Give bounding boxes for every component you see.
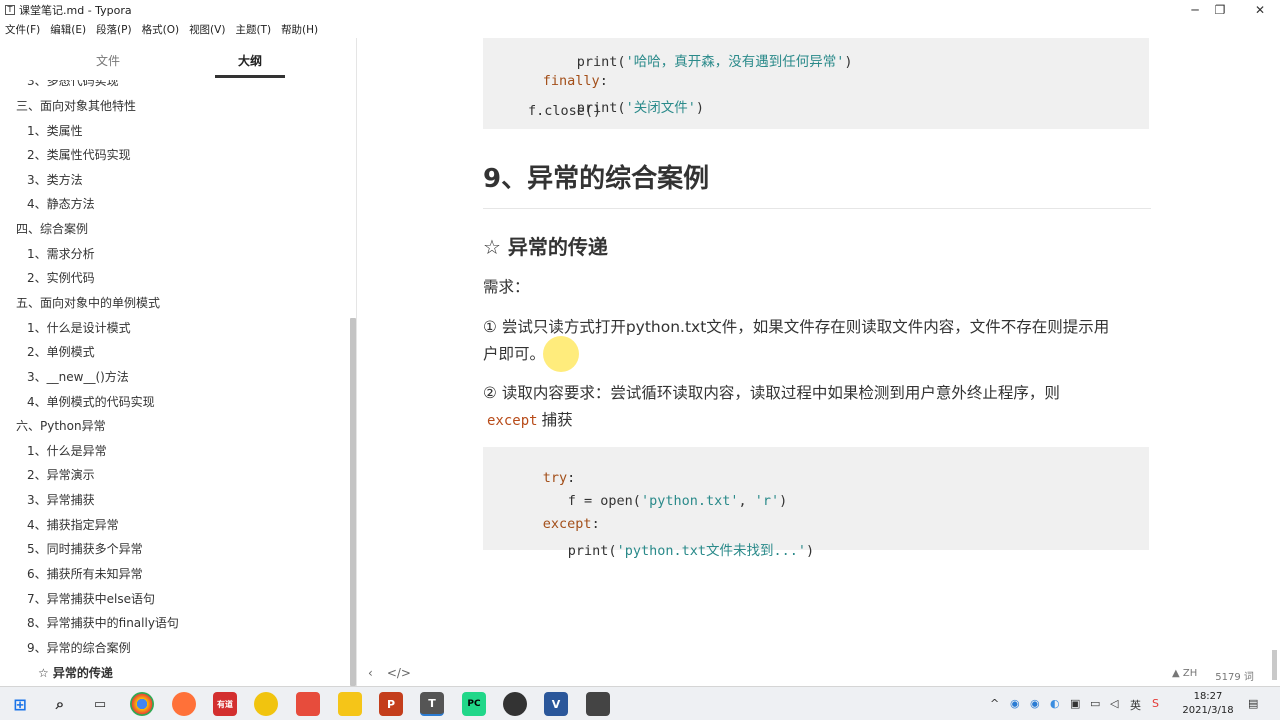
code-block-try-except[interactable]: try: f = open('python.txt', 'r') except:… (483, 447, 1149, 559)
requirement-2: ② 读取内容要求：尝试循环读取内容，读取过程中如果检测到用户意外终止程序，则 e… (483, 380, 1153, 435)
outline-item[interactable]: 3、__new__()方法 (27, 368, 129, 385)
outline-item[interactable]: 4、单例模式的代码实现 (27, 393, 155, 410)
pycharm-icon[interactable]: PC (462, 692, 486, 716)
code-block-finally[interactable]: print('哈哈，真开森，没有遇到任何异常') finally: print(… (483, 38, 1149, 129)
outline-item[interactable]: 3、类方法 (27, 171, 83, 188)
language-indicator[interactable]: ▲ ZH (1172, 668, 1197, 683)
heading-h2: 9、异常的综合案例 (483, 164, 710, 194)
outline-item[interactable]: 六、Python异常 (16, 417, 106, 434)
sidebar: 文件 大纲 3、多态代码实现 三、面向对象其他特性 1、类属性 2、类属性代码实… (0, 38, 357, 686)
chrome-icon[interactable] (130, 692, 154, 716)
source-code-mode-icon[interactable]: </> (387, 666, 411, 680)
menu-format[interactable]: 格式(O) (137, 20, 184, 38)
menu-paragraph[interactable]: 段落(P) (91, 20, 137, 38)
close-button[interactable]: ✕ (1240, 0, 1280, 20)
requirement-1-line1: ① 尝试只读方式打开python.txt文件，如果文件存在则读取文件内容，文件不… (483, 318, 1110, 336)
outline-item[interactable]: 3、异常捕获 (27, 491, 95, 508)
powerpoint-icon[interactable]: P (379, 692, 403, 716)
outline-item-active[interactable]: ☆ 异常的传递 (38, 664, 113, 681)
code-line: f.close() (528, 103, 602, 119)
outline-item[interactable]: 五、面向对象中的单例模式 (16, 294, 160, 311)
editor-content[interactable]: print('哈哈，真开森，没有遇到任何异常') finally: print(… (358, 38, 1280, 664)
requirement-1: ① 尝试只读方式打开python.txt文件，如果文件存在则读取文件内容，文件不… (483, 314, 1153, 368)
sogou-ime-icon[interactable]: S (1152, 697, 1159, 710)
file-explorer-icon[interactable] (338, 692, 362, 716)
outline-item[interactable]: 2、类属性代码实现 (27, 146, 131, 163)
recorder-icon[interactable] (586, 692, 610, 716)
browser-icon[interactable] (254, 692, 278, 716)
outline-item[interactable]: 8、异常捕获中的finally语句 (27, 614, 179, 631)
typora-taskbar-icon[interactable]: T (420, 692, 444, 716)
requirement-2-line1: ② 读取内容要求：尝试循环读取内容，读取过程中如果检测到用户意外终止程序，则 (483, 384, 1060, 402)
maximize-button[interactable]: ❐ (1200, 0, 1240, 20)
menu-bar: 文件(F) 编辑(E) 段落(P) 格式(O) 视图(V) 主题(T) 帮助(H… (0, 20, 323, 38)
youdao-icon[interactable]: 有道 (213, 692, 237, 716)
outline-item[interactable]: 1、需求分析 (27, 245, 95, 262)
active-tab-indicator (215, 75, 285, 78)
toggle-sidebar-icon[interactable]: ‹ (368, 666, 373, 680)
status-right: ▲ ZH 5179 词 (1172, 668, 1254, 683)
outline-item[interactable]: 四、综合案例 (16, 220, 88, 237)
outline-item[interactable]: 2、实例代码 (27, 269, 95, 286)
search-icon[interactable]: ⌕ (48, 692, 72, 716)
network-icon[interactable]: ▭ (1090, 697, 1100, 710)
outline-item[interactable]: 4、静态方法 (27, 195, 95, 212)
outline-item[interactable]: 2、单例模式 (27, 343, 95, 360)
menu-theme[interactable]: 主题(T) (230, 20, 276, 38)
menu-file[interactable]: 文件(F) (0, 20, 45, 38)
editor-scrollbar[interactable] (1272, 650, 1277, 680)
input-language[interactable]: 英 (1130, 697, 1141, 713)
sidebar-tabs: 文件 大纲 (0, 38, 356, 80)
outline-item[interactable]: 5、同时捕获多个异常 (27, 540, 143, 557)
tray-overflow-icon[interactable]: ^ (990, 697, 999, 710)
firefox-icon[interactable] (172, 692, 196, 716)
inline-code-except: except (487, 413, 538, 429)
outline-item[interactable]: 1、什么是异常 (27, 442, 107, 459)
tray-app-icon[interactable]: ◉ (1030, 697, 1040, 710)
heading-divider (483, 208, 1151, 209)
volume-icon[interactable]: ◁ (1110, 697, 1118, 710)
tray-app-icon[interactable]: ▣ (1070, 697, 1080, 710)
outline-item[interactable]: 2、异常演示 (27, 466, 95, 483)
title-bar: T 课堂笔记.md - Typora ─ ❐ ✕ (0, 0, 1280, 20)
app-icon[interactable] (503, 692, 527, 716)
tray-app-icon[interactable]: ◐ (1050, 697, 1060, 710)
tab-files[interactable]: 文件 (96, 52, 120, 69)
app-icon[interactable] (296, 692, 320, 716)
requirement-label: 需求： (483, 278, 530, 296)
requirement-1-line2: 户即可。 (483, 345, 546, 363)
outline-item[interactable]: 6、捕获所有未知异常 (27, 565, 143, 582)
menu-edit[interactable]: 编辑(E) (45, 20, 91, 38)
menu-view[interactable]: 视图(V) (184, 20, 230, 38)
notification-icon[interactable]: ▤ (1248, 697, 1258, 710)
outline-item[interactable]: 4、捕获指定异常 (27, 516, 119, 533)
heading-h3: ☆ 异常的传递 (483, 235, 608, 259)
outline-item[interactable]: 1、类属性 (27, 122, 83, 139)
outline-item[interactable]: 7、异常捕获中else语句 (27, 590, 155, 607)
clock-date: 2021/3/18 (1182, 705, 1234, 716)
taskbar: ⊞ ⌕ ▭ 有道 P T PC V ^ ◉ ◉ ◐ ▣ ▭ ◁ 英 S 18:2… (0, 686, 1280, 720)
outline-item[interactable]: 三、面向对象其他特性 (16, 97, 136, 114)
typora-app-icon: T (5, 5, 15, 15)
system-clock[interactable]: 18:27 2021/3/18 (1178, 690, 1238, 718)
tray-app-icon[interactable]: ◉ (1010, 697, 1020, 710)
code-line: print('python.txt文件未找到...') (567, 543, 815, 559)
outline-item[interactable]: 9、异常的综合案例 (27, 639, 131, 656)
visio-icon[interactable]: V (544, 692, 568, 716)
outline-item[interactable]: 1、什么是设计模式 (27, 319, 131, 336)
tab-outline[interactable]: 大纲 (238, 52, 262, 69)
windows-start-icon[interactable]: ⊞ (8, 692, 32, 716)
status-left: ‹ </> (368, 666, 411, 680)
requirement-2-line2: 捕获 (541, 411, 573, 429)
window-title: 课堂笔记.md - Typora (19, 4, 132, 17)
sidebar-scrollbar[interactable] (350, 318, 356, 686)
clock-time: 18:27 (1193, 691, 1223, 702)
word-count[interactable]: 5179 词 (1215, 668, 1254, 683)
task-view-icon[interactable]: ▭ (88, 692, 112, 716)
menu-help[interactable]: 帮助(H) (276, 20, 323, 38)
